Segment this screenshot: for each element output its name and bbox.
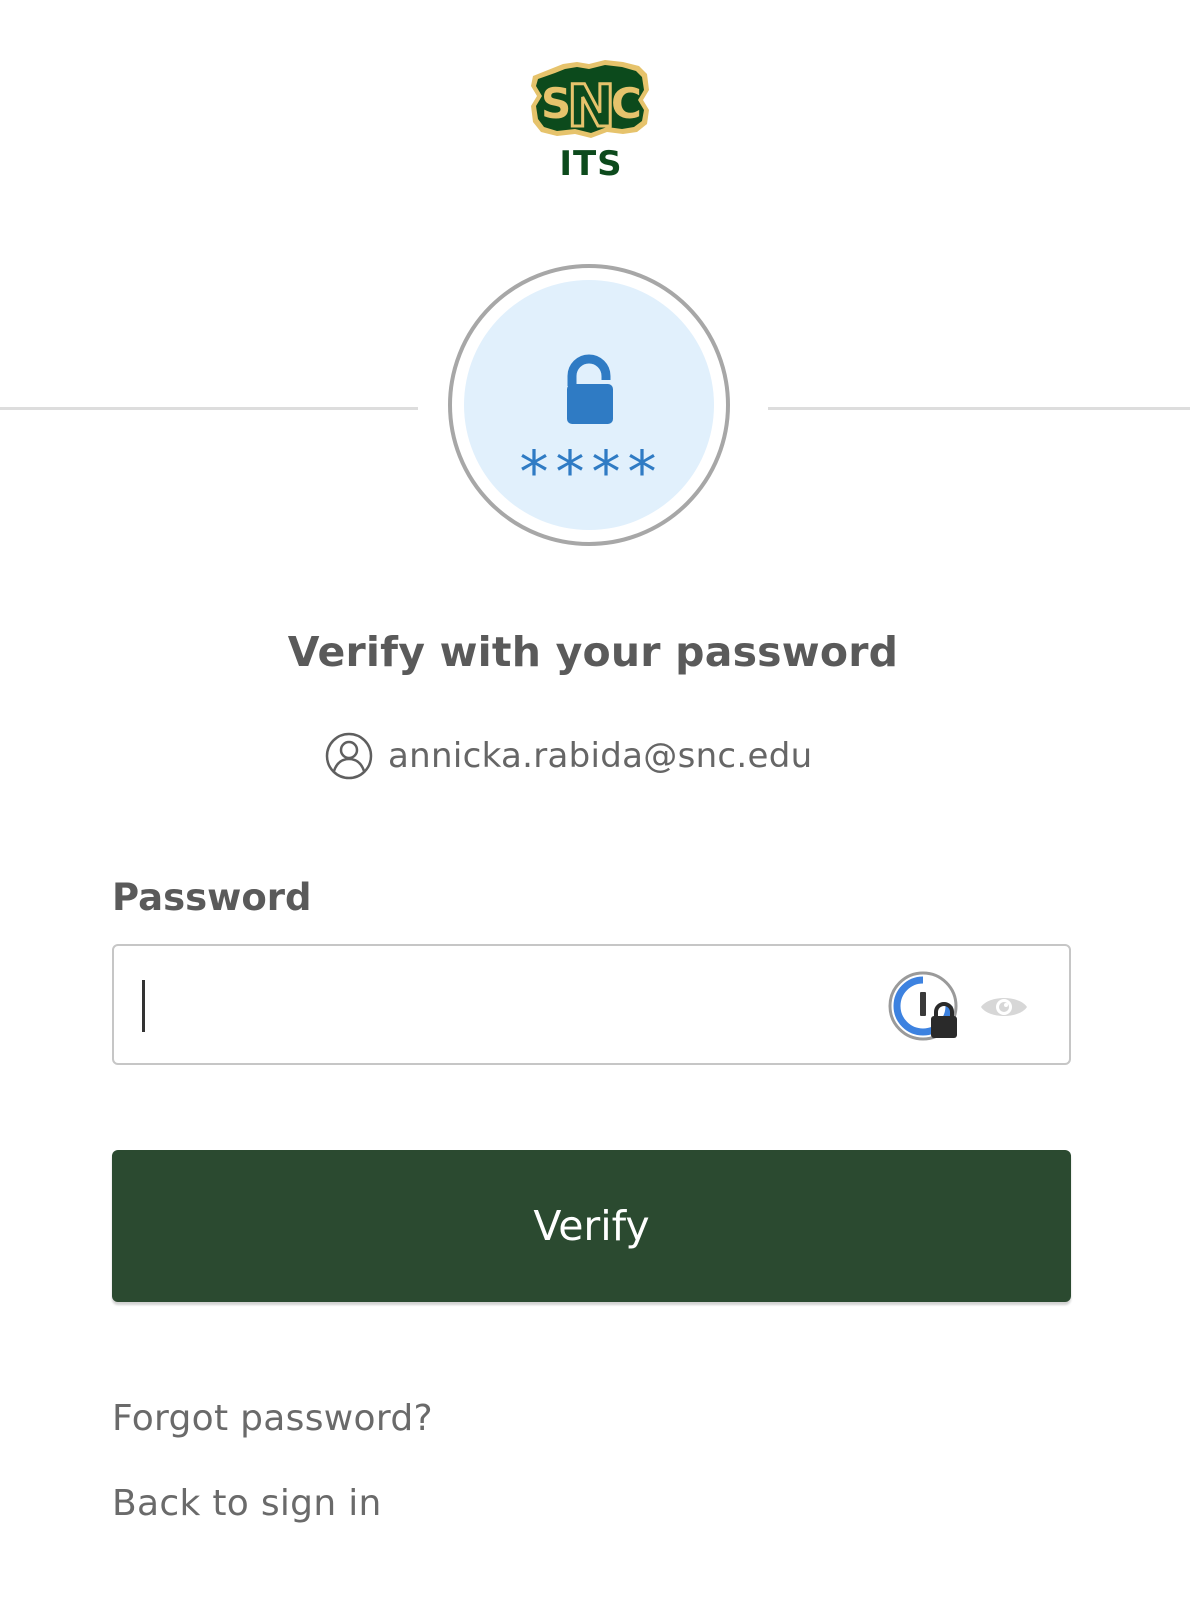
svg-text:*: * [592,438,621,506]
svg-text:*: * [556,438,585,506]
svg-text:*: * [628,438,657,506]
page-title: Verify with your password [287,628,899,676]
svg-text:N: N [567,72,616,140]
text-caret [142,980,145,1032]
password-label: Password [112,876,312,919]
password-factor-badge: * * * * [448,264,730,546]
forgot-password-link[interactable]: Forgot password? [112,1398,433,1439]
divider-left [0,407,418,410]
verify-button[interactable]: Verify [112,1150,1071,1302]
user-email: annicka.rabida@snc.edu [388,736,813,776]
password-field[interactable] [112,944,1071,1065]
svg-text:*: * [520,438,549,506]
password-input[interactable] [134,966,978,1046]
password-manager-icon[interactable] [887,970,963,1046]
user-identity: annicka.rabida@snc.edu [324,730,812,782]
back-to-sign-in-link[interactable]: Back to sign in [112,1483,382,1524]
lock-password-icon: * * * * [520,354,657,506]
svg-text:C: C [611,79,642,128]
eye-icon[interactable] [979,990,1029,1024]
divider-right [768,407,1190,410]
snc-its-logo: S N C ITS [527,54,655,186]
logo-subtitle: ITS [559,144,623,184]
user-circle-icon [325,732,373,780]
